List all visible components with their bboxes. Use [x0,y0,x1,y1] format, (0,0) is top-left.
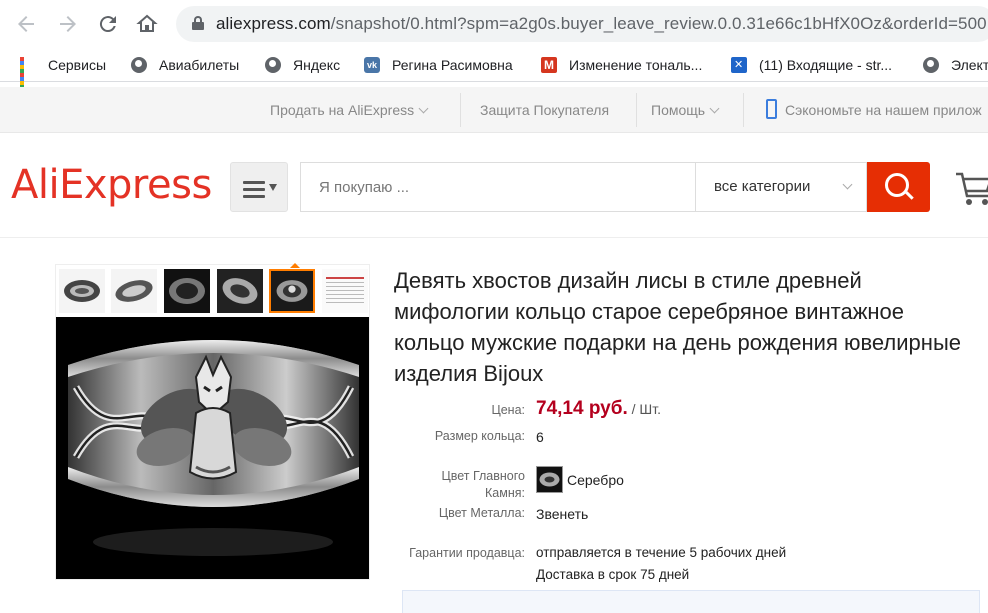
thumbnail-selected[interactable] [269,269,315,313]
search-box: все категории [300,162,867,212]
bookmark-vk[interactable]: vk Регина Расимовна [364,54,513,76]
cart-icon[interactable] [954,168,988,208]
aliexpress-logo[interactable]: AliExpress [11,162,212,208]
price-value: 74,14 руб. [536,398,628,419]
bookmark-tone[interactable]: M Изменение тональ... [541,54,702,76]
help-link[interactable]: Помощь [651,87,720,133]
price-unit: / Шт. [631,401,662,417]
globe-icon [923,57,939,73]
thumbnail[interactable] [111,269,157,313]
category-select[interactable]: все категории [695,163,867,211]
metal-color-value[interactable]: Звенеть [536,506,588,522]
guarantee-delivery: Доставка в срок 75 дней [536,567,690,582]
guarantee-dispatch: отправляется в течение 5 рабочих дней [536,545,787,560]
home-icon[interactable] [135,12,159,36]
search-input[interactable] [301,163,693,211]
apps-icon [20,57,36,93]
buyer-protection-link[interactable]: Защита Покупателя [480,87,609,133]
bookmark-flights[interactable]: Авиабилеты [131,54,239,76]
product-gallery [55,264,370,580]
ring-size-value[interactable]: 6 [536,429,544,445]
bookmark-inbox[interactable]: (11) Входящие - str... [731,54,892,76]
caret-down-icon [269,184,277,191]
mail-icon [731,57,747,73]
bookmark-services[interactable]: Сервисы [20,54,106,93]
selected-thumbnail-marker [290,263,300,268]
url-text: aliexpress.com/snapshot/0.html?spm=a2g0s… [216,14,987,33]
bookmark-yandex[interactable]: Яндекс [265,54,340,76]
stone-color-option[interactable]: Серебро [536,466,624,495]
divider [636,93,637,127]
chevron-down-icon [842,179,853,190]
bookmark-electro[interactable]: Элект [923,54,988,76]
info-panel [402,590,980,613]
vk-icon: vk [364,57,380,73]
site-topbar: Продать на AliExpress Защита Покупателя … [0,87,988,133]
app-promo-link[interactable]: Сэкономьте на нашем прилож [766,87,982,133]
forward-arrow-icon[interactable] [56,12,80,36]
search-button[interactable] [867,162,930,212]
menu-icon [243,181,265,202]
browser-toolbar: aliexpress.com/snapshot/0.html?spm=a2g0s… [0,0,988,48]
thumbnail[interactable] [59,269,105,313]
address-bar[interactable]: aliexpress.com/snapshot/0.html?spm=a2g0s… [176,6,988,42]
lock-icon [192,16,204,30]
back-arrow-icon[interactable] [14,12,38,36]
divider [743,93,744,127]
divider [460,93,461,127]
product-main-image[interactable] [56,317,369,579]
thumbnail-strip [56,265,369,317]
chevron-down-icon [418,103,429,114]
bookmarks-bar: Сервисы Авиабилеты Яндекс vk Регина Раси… [0,48,988,93]
reload-icon[interactable] [96,12,120,36]
site-header: AliExpress все категории [0,134,988,238]
chevron-down-icon [709,103,720,114]
sell-on-aliexpress-link[interactable]: Продать на AliExpress [270,87,429,133]
product-title: Девять хвостов дизайн лисы в стиле древн… [394,268,961,386]
globe-icon [265,57,281,73]
thumbnail[interactable] [164,269,210,313]
m-icon: M [541,57,557,73]
globe-icon [131,57,147,73]
phone-icon [766,99,777,120]
thumbnail[interactable] [217,269,263,313]
thumbnail-size-chart[interactable] [322,269,368,313]
stone-color-swatch[interactable] [536,466,563,493]
categories-menu-button[interactable] [230,162,288,212]
